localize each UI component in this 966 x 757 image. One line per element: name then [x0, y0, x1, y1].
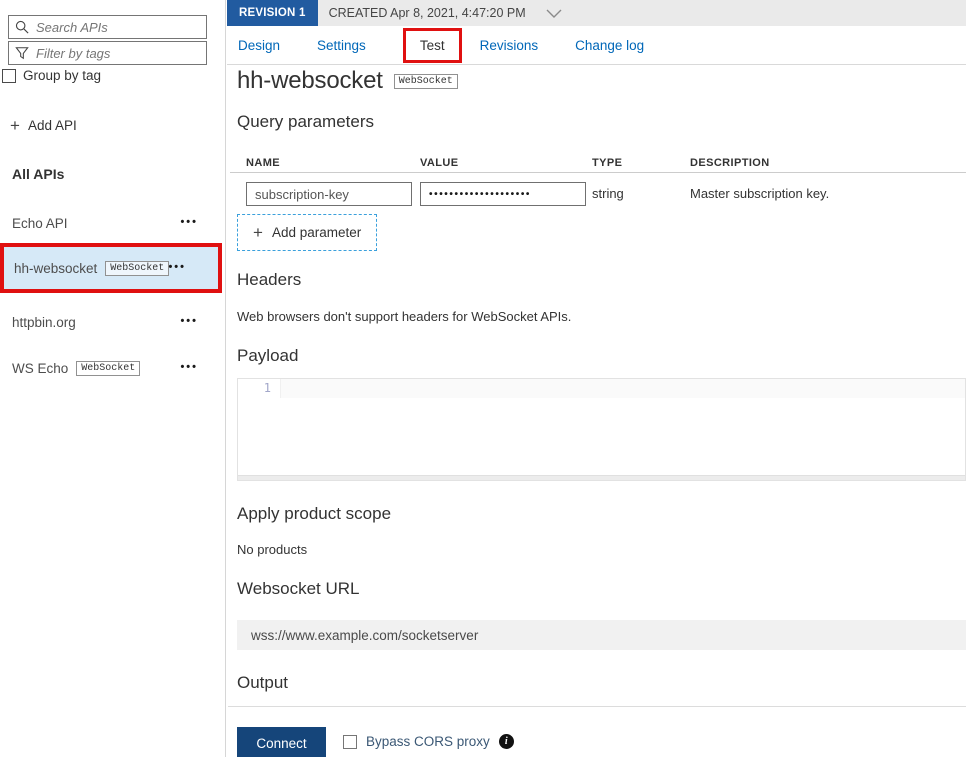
websocket-url-heading: Websocket URL — [237, 579, 360, 599]
payload-heading: Payload — [237, 346, 298, 366]
tab-settings[interactable]: Settings — [317, 38, 366, 53]
sidebar-item-hh-websocket[interactable]: hh-websocket WebSocket ••• — [0, 243, 222, 293]
revision-created-selector[interactable]: CREATED Apr 8, 2021, 4:47:20 PM — [318, 0, 562, 26]
sidebar-item-httpbin[interactable]: httpbin.org ••• — [0, 304, 226, 340]
created-label: CREATED Apr 8, 2021, 4:47:20 PM — [329, 6, 526, 20]
add-parameter-button[interactable]: + Add parameter — [237, 214, 377, 251]
product-scope-heading: Apply product scope — [237, 504, 391, 524]
bypass-cors-label: Bypass CORS proxy — [366, 734, 490, 749]
headers-message: Web browsers don't support headers for W… — [237, 309, 571, 324]
table-header-rule — [230, 172, 966, 173]
revision-bar: REVISION 1 CREATED Apr 8, 2021, 4:47:20 … — [227, 0, 966, 26]
sidebar-item-ws-echo[interactable]: WS Echo WebSocket ••• — [0, 350, 226, 386]
api-sidebar: Group by tag + Add API All APIs Echo API… — [0, 0, 226, 757]
tab-test[interactable]: Test — [403, 28, 462, 63]
api-item-label: WS Echo — [12, 361, 68, 376]
param-name-input[interactable] — [246, 182, 412, 206]
websocket-badge: WebSocket — [394, 74, 458, 89]
add-api-button[interactable]: + Add API — [10, 117, 77, 134]
product-scope-message: No products — [237, 542, 307, 557]
column-header-type: TYPE — [592, 157, 622, 169]
chevron-down-icon — [546, 9, 562, 18]
websocket-badge: WebSocket — [105, 261, 169, 276]
column-header-name: NAME — [246, 157, 280, 169]
main-panel: REVISION 1 CREATED Apr 8, 2021, 4:47:20 … — [227, 0, 966, 757]
more-options-icon[interactable]: ••• — [180, 216, 198, 228]
plus-icon: + — [253, 224, 263, 241]
group-by-tag-checkbox[interactable] — [2, 69, 16, 83]
actions-row: Connect Bypass CORS proxy i — [227, 727, 966, 757]
headers-heading: Headers — [237, 270, 301, 290]
websocket-badge: WebSocket — [76, 361, 140, 376]
api-item-label: hh-websocket — [14, 261, 97, 276]
column-header-value: VALUE — [420, 157, 458, 169]
tab-bar: Design Settings Test Revisions Change lo… — [227, 26, 966, 65]
sidebar-item-echo-api[interactable]: Echo API ••• — [0, 205, 226, 241]
bypass-cors-option[interactable]: Bypass CORS proxy i — [343, 734, 514, 749]
websocket-url-value: wss://www.example.com/socketserver — [237, 620, 966, 650]
filter-tags-box — [8, 41, 207, 65]
query-parameters-heading: Query parameters — [237, 112, 374, 132]
editor-current-line[interactable] — [280, 379, 965, 398]
all-apis-heading: All APIs — [12, 166, 64, 182]
plus-icon: + — [10, 117, 20, 134]
info-icon[interactable]: i — [499, 734, 514, 749]
more-options-icon[interactable]: ••• — [168, 261, 186, 273]
api-item-label: Echo API — [12, 216, 68, 231]
page-title: hh-websocket — [237, 67, 383, 95]
more-options-icon[interactable]: ••• — [180, 315, 198, 327]
param-type: string — [592, 186, 624, 201]
output-divider — [228, 706, 966, 707]
line-number: 1 — [238, 379, 280, 398]
add-api-label: Add API — [28, 118, 77, 133]
editor-line: 1 — [238, 379, 965, 398]
websocket-url-text: wss://www.example.com/socketserver — [251, 628, 478, 643]
search-apis-input[interactable] — [36, 20, 200, 35]
group-by-tag-option[interactable]: Group by tag — [2, 68, 101, 83]
search-icon — [15, 20, 29, 34]
param-value-input[interactable] — [420, 182, 586, 206]
column-header-description: DESCRIPTION — [690, 157, 770, 169]
more-options-icon[interactable]: ••• — [180, 361, 198, 373]
filter-icon — [15, 46, 29, 60]
api-item-label: httpbin.org — [12, 315, 76, 330]
tab-design[interactable]: Design — [238, 38, 280, 53]
filter-tags-input[interactable] — [36, 46, 200, 61]
param-description: Master subscription key. — [690, 186, 829, 201]
add-parameter-label: Add parameter — [272, 225, 361, 240]
group-by-tag-label: Group by tag — [23, 68, 101, 83]
api-management-test-page: Group by tag + Add API All APIs Echo API… — [0, 0, 966, 757]
tab-revisions[interactable]: Revisions — [480, 38, 539, 53]
tab-change-log[interactable]: Change log — [575, 38, 644, 53]
editor-scrollbar[interactable] — [238, 475, 965, 480]
connect-button[interactable]: Connect — [237, 727, 326, 757]
payload-editor[interactable]: 1 — [237, 378, 966, 481]
bypass-cors-checkbox[interactable] — [343, 735, 357, 749]
revision-badge: REVISION 1 — [227, 0, 318, 26]
search-apis-box — [8, 15, 207, 39]
test-console: hh-websocket WebSocket Query parameters … — [227, 65, 966, 757]
output-heading: Output — [237, 673, 288, 693]
